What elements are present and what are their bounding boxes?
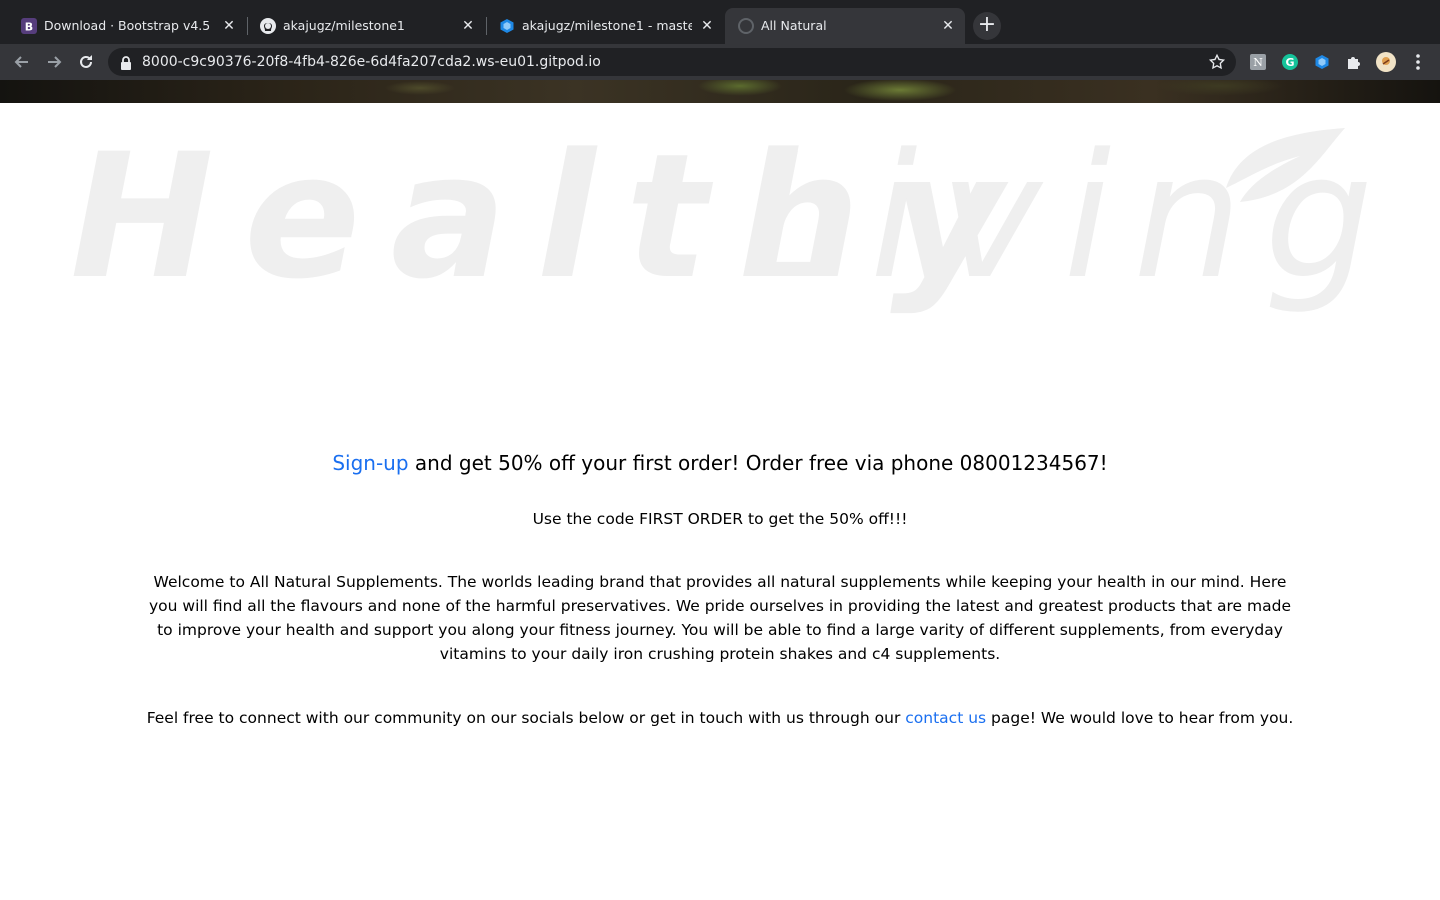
discount-code-text: Use the code FIRST ORDER to get the 50% … xyxy=(532,510,908,528)
svg-text:G: G xyxy=(1285,56,1294,69)
welcome-paragraph: Welcome to All Natural Supplements. The … xyxy=(148,573,1291,663)
gitpod-extension-icon[interactable] xyxy=(1312,52,1332,72)
close-tab-icon[interactable]: ✕ xyxy=(939,17,957,35)
close-tab-icon[interactable]: ✕ xyxy=(698,17,716,35)
gitpod-icon xyxy=(498,17,516,35)
close-tab-icon[interactable]: ✕ xyxy=(220,17,238,35)
healthy-living-watermark: Healthy Living xyxy=(70,116,1373,317)
notion-icon[interactable]: N xyxy=(1248,52,1268,72)
svg-text:B: B xyxy=(25,21,33,34)
social-text-after: page! We would love to hear from you. xyxy=(986,709,1294,727)
lock-icon[interactable] xyxy=(120,55,132,74)
address-bar[interactable]: 8000-c9c90376-20f8-4fb4-826e-6d4fa207cda… xyxy=(108,48,1236,76)
tab-title: akajugz/milestone1 - master xyxy=(522,18,692,33)
social-text-before: Feel free to connect with our community … xyxy=(146,709,906,727)
tab-title: akajugz/milestone1 xyxy=(283,18,405,33)
forward-arrow-icon[interactable] xyxy=(42,50,66,74)
svg-text:N: N xyxy=(1253,56,1263,69)
page-icon xyxy=(737,17,755,35)
url-text: 8000-c9c90376-20f8-4fb4-826e-6d4fa207cda… xyxy=(142,54,601,70)
tab-github[interactable]: akajugz/milestone1 ✕ xyxy=(247,8,485,44)
reload-icon[interactable] xyxy=(74,50,98,74)
profile-avatar[interactable] xyxy=(1376,52,1396,72)
new-tab-button[interactable]: + xyxy=(973,12,1001,40)
tab-title: All Natural xyxy=(761,18,827,33)
tab-all-natural[interactable]: All Natural ✕ xyxy=(725,8,965,44)
social-paragraph: Feel free to connect with our community … xyxy=(140,706,1300,730)
tab-title: Download · Bootstrap v4.5 xyxy=(44,18,211,33)
puzzle-icon[interactable] xyxy=(1344,52,1364,72)
github-icon xyxy=(259,17,277,35)
bookmark-star-icon[interactable] xyxy=(1208,53,1226,75)
tab-gitpod[interactable]: akajugz/milestone1 - master ✕ xyxy=(486,8,724,44)
tab-strip: B Download · Bootstrap v4.5 ✕ akajugz/mi… xyxy=(0,0,1440,44)
promo-banner: Sign-up and get 50% off your first order… xyxy=(140,450,1300,476)
browser-toolbar: 8000-c9c90376-20f8-4fb4-826e-6d4fa207cda… xyxy=(0,44,1440,80)
promo-text: and get 50% off your first order! Order … xyxy=(408,451,1108,475)
tab-bootstrap[interactable]: B Download · Bootstrap v4.5 ✕ xyxy=(8,8,246,44)
grammarly-icon[interactable]: G xyxy=(1280,52,1300,72)
back-arrow-icon[interactable] xyxy=(10,50,34,74)
sign-up-link[interactable]: Sign-up xyxy=(332,451,408,475)
close-tab-icon[interactable]: ✕ xyxy=(459,17,477,35)
hero-image-strip xyxy=(0,80,1440,103)
contact-us-link[interactable]: contact us xyxy=(905,709,986,727)
menu-kebab-icon[interactable] xyxy=(1408,52,1428,72)
bootstrap-icon: B xyxy=(20,17,38,35)
